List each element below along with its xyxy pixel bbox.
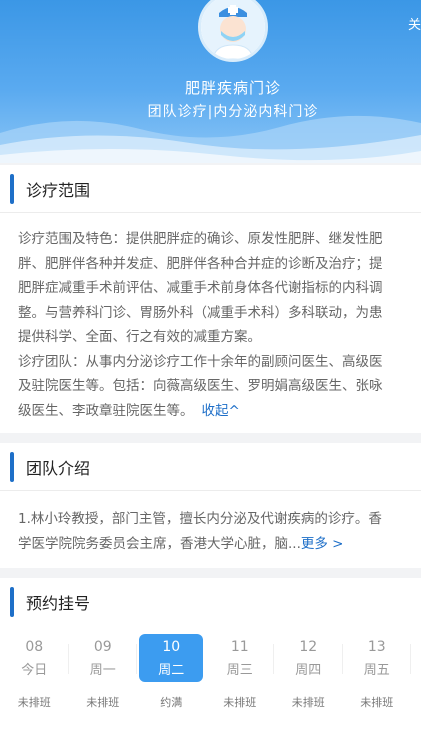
scope-line: 级医生、李政章驻院医生等。 <box>18 402 194 419</box>
team-title: 团队介绍 <box>26 458 91 478</box>
nurse-icon <box>201 0 265 59</box>
clinic-title: 肥胖疾病门诊 <box>184 79 281 97</box>
day-weekday: 今日 <box>21 663 48 678</box>
day-status: 未排班 <box>360 696 394 709</box>
day-date: 13 <box>367 639 386 655</box>
scope-line: 诊疗范围及特色：提供肥胖症的确诊、原发性肥胖、继发性肥 <box>18 231 383 247</box>
team-line-last: 学医学院院务委员会主席，香港大学心脏，脑...更多 > <box>18 532 421 557</box>
day-status: 未排班 <box>17 696 51 709</box>
collapse-link[interactable]: 收起^ <box>202 403 240 419</box>
header-wave <box>0 115 421 163</box>
day-weekday: 周三 <box>226 663 253 678</box>
day-weekday: 周五 <box>363 663 390 678</box>
page: 关 肥胖疾病门诊 团队诊疗|内分泌内科门诊 诊疗范围 诊疗范围及特色：提供肥胖症… <box>0 0 421 749</box>
day-weekday: 周二 <box>158 663 185 678</box>
scope-line-last: 级医生、李政章驻院医生等。 收起^ <box>18 399 421 424</box>
day-weekday: 周四 <box>295 663 322 678</box>
scope-line: 提供科学、全面、行之有效的减重方案。 <box>18 329 261 345</box>
day-status: 未排班 <box>223 696 257 709</box>
day-tab-selected[interactable]: 10 周二 约满 <box>137 634 206 709</box>
day-status: 未排班 <box>86 696 120 709</box>
day-tab[interactable]: 09 周一 未排班 <box>69 634 137 709</box>
scope-line: 整。与营养科门诊、胃肠外科（减重手术科）多科联动，为患 <box>18 304 383 321</box>
day-date: 08 <box>25 639 44 655</box>
day-weekday: 周一 <box>89 663 116 678</box>
day-status: 约满 <box>160 696 183 709</box>
section-marker <box>10 451 14 482</box>
scope-line: 肥胖症减重手术前评估、减重手术前身体各代谢指标的内科调 <box>18 280 383 296</box>
team-header: 团队介绍 <box>0 443 421 491</box>
more-link[interactable]: 更多 > <box>301 536 344 552</box>
scope-title: 诊疗范围 <box>26 180 91 200</box>
booking-card: 预约挂号 08 今日 未排班 09 周一 未排班 10 周二 约满 11 周三 … <box>0 578 421 749</box>
follow-button[interactable]: 关 <box>408 14 421 33</box>
team-line: 学医学院院务委员会主席，香港大学心脏，脑... <box>18 535 301 552</box>
section-marker <box>10 173 14 204</box>
team-line: 1.林小玲教授，部门主管，擅长内分泌及代谢疾病的诊疗。香 <box>18 511 382 527</box>
scope-line: 及驻院医生等。包括：向薇高级医生、罗明娟高级医生、张咏 <box>18 378 383 394</box>
schedule-days: 08 今日 未排班 09 周一 未排班 10 周二 约满 11 周三 未排班 1… <box>0 634 421 709</box>
scope-header: 诊疗范围 <box>0 165 421 213</box>
day-tab[interactable]: 13 周五 未排班 <box>343 634 411 709</box>
clinic-header: 关 肥胖疾病门诊 团队诊疗|内分泌内科门诊 <box>0 0 421 163</box>
day-date: 09 <box>93 639 112 655</box>
scope-card: 诊疗范围 诊疗范围及特色：提供肥胖症的确诊、原发性肥胖、继发性肥 胖、肥胖伴各种… <box>0 165 421 433</box>
doctor-avatar <box>198 0 268 62</box>
day-date: 11 <box>230 639 249 655</box>
day-date: 12 <box>299 639 318 655</box>
team-text: 1.林小玲教授，部门主管，擅长内分泌及代谢疾病的诊疗。香 学医学院院务委员会主席… <box>0 491 421 556</box>
booking-header: 预约挂号 <box>0 578 421 626</box>
scope-text: 诊疗范围及特色：提供肥胖症的确诊、原发性肥胖、继发性肥 胖、肥胖伴各种并发症、肥… <box>0 213 421 423</box>
day-tab[interactable]: 11 周三 未排班 <box>206 634 274 709</box>
day-tab[interactable]: 08 今日 未排班 <box>0 634 69 709</box>
section-marker <box>10 587 14 617</box>
scope-line: 诊疗团队：从事内分泌诊疗工作十余年的副顾问医生、高级医 <box>18 353 383 370</box>
booking-title: 预约挂号 <box>26 594 91 613</box>
day-date: 10 <box>162 639 181 655</box>
day-tab[interactable]: 12 周四 未排班 <box>274 634 343 709</box>
day-status: 未排班 <box>291 696 325 709</box>
team-card: 团队介绍 1.林小玲教授，部门主管，擅长内分泌及代谢疾病的诊疗。香 学医学院院务… <box>0 443 421 568</box>
scope-line: 胖、肥胖伴各种并发症、肥胖伴各种合并症的诊断及治疗；提 <box>18 255 383 272</box>
